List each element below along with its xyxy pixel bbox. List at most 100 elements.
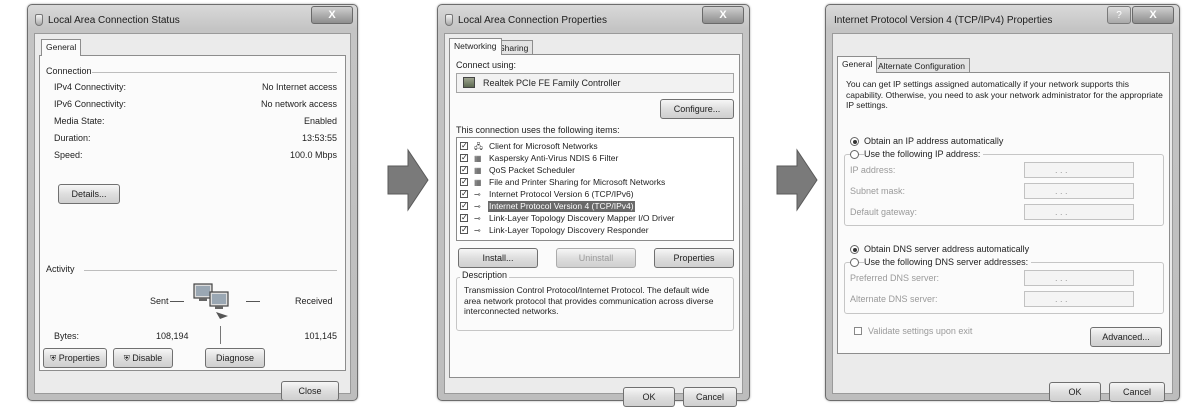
cancel-button[interactable]: Cancel <box>683 387 737 407</box>
item-label: QoS Packet Scheduler <box>489 165 575 175</box>
media-state-value: Enabled <box>303 116 337 126</box>
duration-label: Duration: <box>54 133 91 143</box>
tab-general[interactable]: General <box>41 39 82 56</box>
intro-text: You can get IP settings assigned automat… <box>846 79 1163 110</box>
uninstall-button[interactable]: Uninstall <box>556 248 636 268</box>
advanced-button[interactable]: Advanced... <box>1090 327 1162 347</box>
properties-button[interactable]: Properties <box>654 248 734 268</box>
bytes-received-value: 101,145 <box>304 331 337 341</box>
activity-heading: Activity <box>46 264 75 274</box>
list-item[interactable]: ✓ 🖧 Client for Microsoft Networks <box>460 141 732 152</box>
disable-label: Disable <box>132 353 163 363</box>
item-label: Internet Protocol Version 4 (TCP/IPv4) <box>488 201 635 212</box>
network-computers-icon <box>190 282 238 320</box>
general-panel: Connection IPv4 Connectivity: No Interne… <box>39 55 346 371</box>
disable-button[interactable]: ⛨ Disable <box>113 348 173 368</box>
protocol-icon: ⊸ <box>474 190 481 199</box>
item-label: File and Printer Sharing for Microsoft N… <box>489 177 666 187</box>
list-item[interactable]: ✓ ⊸ Link-Layer Topology Discovery Respon… <box>460 225 732 236</box>
title-bar[interactable]: Internet Protocol Version 4 (TCP/IPv4) P… <box>826 5 1179 32</box>
list-item[interactable]: ✓ ▦ File and Printer Sharing for Microso… <box>460 177 732 188</box>
item-checkbox[interactable]: ✓ <box>460 178 468 186</box>
ip-address-label: IP address: <box>850 165 896 175</box>
validate-checkbox[interactable] <box>854 327 862 335</box>
item-checkbox[interactable]: ✓ <box>460 142 468 150</box>
received-line <box>246 301 260 302</box>
item-checkbox[interactable]: ✓ <box>460 202 468 210</box>
ip-dots: . . . <box>1055 207 1068 217</box>
media-state-label: Media State: <box>54 116 105 126</box>
help-icon[interactable]: ? <box>1107 6 1131 24</box>
ip-address-field[interactable]: . . . <box>1024 162 1134 178</box>
item-checkbox[interactable]: ✓ <box>460 214 468 222</box>
use-following-ip-radio[interactable] <box>850 150 859 159</box>
list-item[interactable]: ✓ ⊸ Internet Protocol Version 6 (TCP/IPv… <box>460 189 732 200</box>
window-title: Local Area Connection Properties <box>458 15 607 26</box>
use-following-dns-label: Use the following DNS server addresses: <box>864 257 1032 267</box>
subnet-mask-field[interactable]: . . . <box>1024 183 1134 199</box>
use-following-dns-radio[interactable] <box>850 258 859 267</box>
configure-button[interactable]: Configure... <box>660 99 734 119</box>
properties-button[interactable]: ⛨ Properties <box>43 348 107 368</box>
ip-dots: . . . <box>1055 165 1068 175</box>
diagnose-button[interactable]: Diagnose <box>205 348 265 368</box>
duration-value: 13:53:55 <box>301 133 337 143</box>
description-heading: Description <box>460 270 510 280</box>
tab-alternate-configuration[interactable]: Alternate Configuration <box>873 58 970 73</box>
items-label: This connection uses the following items… <box>456 125 620 135</box>
list-item-selected[interactable]: ✓ ⊸ Internet Protocol Version 4 (TCP/IPv… <box>460 201 732 212</box>
tab-networking[interactable]: Networking <box>449 38 502 55</box>
item-label: Kaspersky Anti-Virus NDIS 6 Filter <box>489 153 619 163</box>
alternate-dns-field[interactable]: . . . <box>1024 291 1134 307</box>
obtain-dns-auto-label: Obtain DNS server address automatically <box>864 244 1030 254</box>
connect-using-label: Connect using: <box>456 60 517 70</box>
ipv4-properties-dialog: Internet Protocol Version 4 (TCP/IPv4) P… <box>825 4 1180 402</box>
list-item[interactable]: ✓ ▦ QoS Packet Scheduler <box>460 165 732 176</box>
obtain-ip-auto-radio[interactable] <box>850 137 859 146</box>
list-item[interactable]: ✓ ⊸ Link-Layer Topology Discovery Mapper… <box>460 213 732 224</box>
ip-dots: . . . <box>1055 273 1068 283</box>
close-icon[interactable]: X <box>1132 6 1174 24</box>
close-icon[interactable]: X <box>702 6 744 24</box>
adapter-field: Realtek PCIe FE Family Controller <box>456 73 734 93</box>
item-checkbox[interactable]: ✓ <box>460 226 468 234</box>
ip-dots: . . . <box>1055 186 1068 196</box>
service-icon: ▦ <box>474 154 482 163</box>
ipv4-connectivity-label: IPv4 Connectivity: <box>54 82 127 92</box>
default-gateway-field[interactable]: . . . <box>1024 204 1134 220</box>
ok-button[interactable]: OK <box>623 387 675 407</box>
right-arrow-icon <box>387 148 429 212</box>
title-bar[interactable]: Local Area Connection Properties X <box>438 5 749 32</box>
item-checkbox[interactable]: ✓ <box>460 190 468 198</box>
item-checkbox[interactable]: ✓ <box>460 166 468 174</box>
tab-general[interactable]: General <box>837 56 878 73</box>
adapter-name: Realtek PCIe FE Family Controller <box>483 78 621 88</box>
window-title: Local Area Connection Status <box>48 15 180 26</box>
ipv6-connectivity-label: IPv6 Connectivity: <box>54 99 127 109</box>
close-button[interactable]: Close <box>281 381 339 401</box>
ipv4-connectivity-value: No Internet access <box>261 82 337 92</box>
ok-button[interactable]: OK <box>1049 382 1101 402</box>
components-list[interactable]: ✓ 🖧 Client for Microsoft Networks ✓ ▦ Ka… <box>456 137 734 241</box>
item-label: Client for Microsoft Networks <box>489 141 598 151</box>
cancel-button[interactable]: Cancel <box>1109 382 1165 402</box>
details-button[interactable]: Details... <box>58 184 120 204</box>
network-icon <box>35 14 43 26</box>
speed-label: Speed: <box>54 150 83 160</box>
general-panel: You can get IP settings assigned automat… <box>837 72 1170 354</box>
obtain-dns-auto-radio[interactable] <box>850 245 859 254</box>
right-arrow-icon <box>776 148 818 212</box>
ip-dots: . . . <box>1055 294 1068 304</box>
networking-panel: Connect using: Realtek PCIe FE Family Co… <box>449 54 740 378</box>
protocol-icon: ⊸ <box>474 214 481 223</box>
sent-label: Sent <box>150 296 169 306</box>
sent-line <box>170 301 184 302</box>
item-label: Link-Layer Topology Discovery Mapper I/O… <box>489 213 675 223</box>
dialog-client: General Connection IPv4 Connectivity: No… <box>34 33 351 401</box>
title-bar[interactable]: Local Area Connection Status X <box>28 5 357 32</box>
install-button[interactable]: Install... <box>458 248 538 268</box>
list-item[interactable]: ✓ ▦ Kaspersky Anti-Virus NDIS 6 Filter <box>460 153 732 164</box>
preferred-dns-field[interactable]: . . . <box>1024 270 1134 286</box>
item-checkbox[interactable]: ✓ <box>460 154 468 162</box>
close-icon[interactable]: X <box>311 6 353 24</box>
